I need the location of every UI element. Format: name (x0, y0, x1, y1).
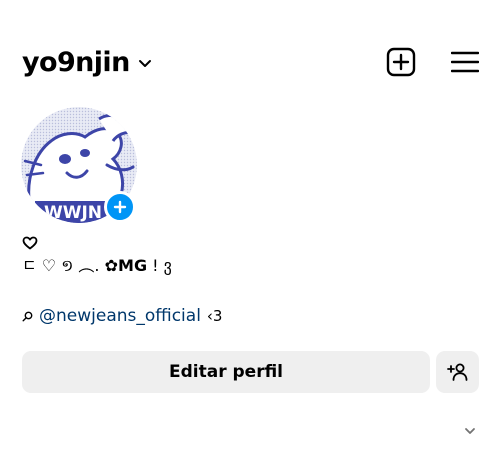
edit-profile-button[interactable]: Editar perfil (22, 351, 430, 393)
mention-link[interactable]: @newjeans_official (39, 305, 201, 327)
add-story-button[interactable] (104, 191, 136, 223)
bio: ㄷ ♡ ១ ︵. ✿MG ! ვ (22, 236, 482, 276)
bio-bold: ✿MG (104, 256, 148, 275)
bio-prefix: ㄷ ♡ ១ ︵. (22, 256, 105, 275)
search-icon (22, 311, 33, 321)
profile-actions: Editar perfil (22, 351, 479, 393)
chevron-down-icon[interactable] (464, 427, 476, 435)
header-actions (386, 47, 480, 77)
bio-link-line: @newjeans_official ‹3 (22, 305, 222, 327)
chevron-down-icon (138, 59, 151, 67)
discover-people-button[interactable] (436, 351, 479, 393)
hamburger-menu-icon (451, 51, 479, 73)
plus-circle-icon (113, 200, 127, 214)
profile-page: yo9njin WWJN ㄷ ♡ ១ ︵. ✿MG ! ვ @newjeans_… (0, 0, 500, 449)
create-button[interactable] (386, 47, 416, 77)
bio-line: ㄷ ♡ ១ ︵. ✿MG ! ვ (22, 256, 482, 276)
username: yo9njin (22, 46, 130, 78)
profile-header: yo9njin (22, 42, 480, 82)
plus-square-icon (386, 47, 416, 77)
menu-button[interactable] (450, 47, 480, 77)
avatar-label: WWJN (44, 203, 102, 223)
add-person-icon (446, 363, 467, 381)
account-switcher[interactable]: yo9njin (22, 47, 152, 78)
bio-suffix: ! ვ (147, 256, 172, 275)
heart-outline-icon (22, 236, 38, 250)
mention-suffix: ‹3 (206, 307, 223, 325)
